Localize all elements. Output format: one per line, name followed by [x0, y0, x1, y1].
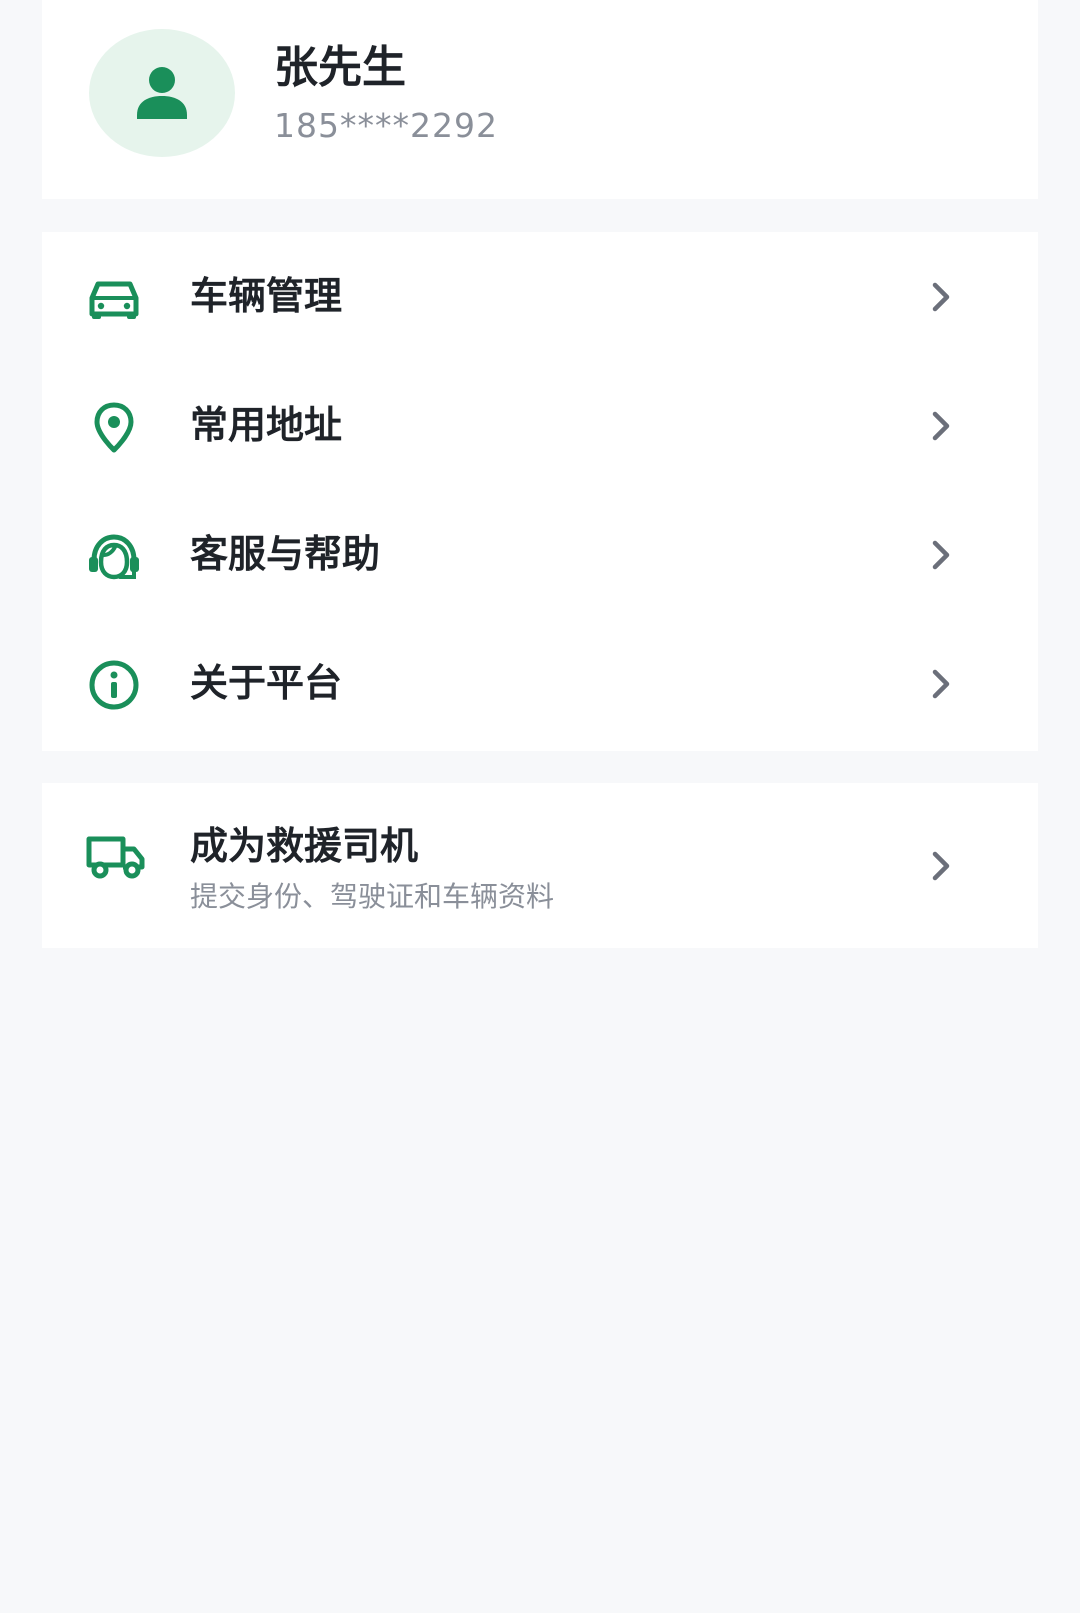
user-icon [137, 67, 187, 119]
profile-card[interactable]: 张先生 185****2292 [42, 0, 1038, 199]
menu-label: 关于平台 [190, 661, 343, 705]
menu-card: 车辆管理 常用地址 客服与帮助 关于平台 [42, 232, 1038, 751]
chevron-right-icon [932, 540, 950, 570]
location-pin-icon [94, 402, 134, 453]
menu-item-customer-service[interactable]: 客服与帮助 [42, 490, 1038, 619]
menu-label: 客服与帮助 [190, 532, 381, 576]
customer-service-icon [89, 534, 139, 580]
avatar[interactable] [89, 29, 235, 157]
menu-item-vehicle-management[interactable]: 车辆管理 [42, 232, 1038, 361]
chevron-right-icon [932, 282, 950, 312]
user-name: 张先生 [274, 42, 406, 93]
menu-label: 车辆管理 [190, 274, 343, 318]
become-driver-title: 成为救援司机 [190, 824, 419, 868]
chevron-right-icon [932, 411, 950, 441]
car-icon [89, 281, 139, 319]
chevron-right-icon [932, 851, 950, 881]
menu-item-common-addresses[interactable]: 常用地址 [42, 361, 1038, 490]
become-driver-item[interactable]: 成为救援司机 提交身份、驾驶证和车辆资料 [42, 783, 1038, 948]
user-phone: 185****2292 [274, 106, 498, 145]
truck-icon [86, 836, 145, 879]
become-driver-subtitle: 提交身份、驾驶证和车辆资料 [190, 880, 555, 913]
chevron-right-icon [932, 669, 950, 699]
menu-item-about-platform[interactable]: 关于平台 [42, 619, 1038, 748]
menu-label: 常用地址 [190, 403, 343, 447]
info-icon [89, 660, 139, 710]
